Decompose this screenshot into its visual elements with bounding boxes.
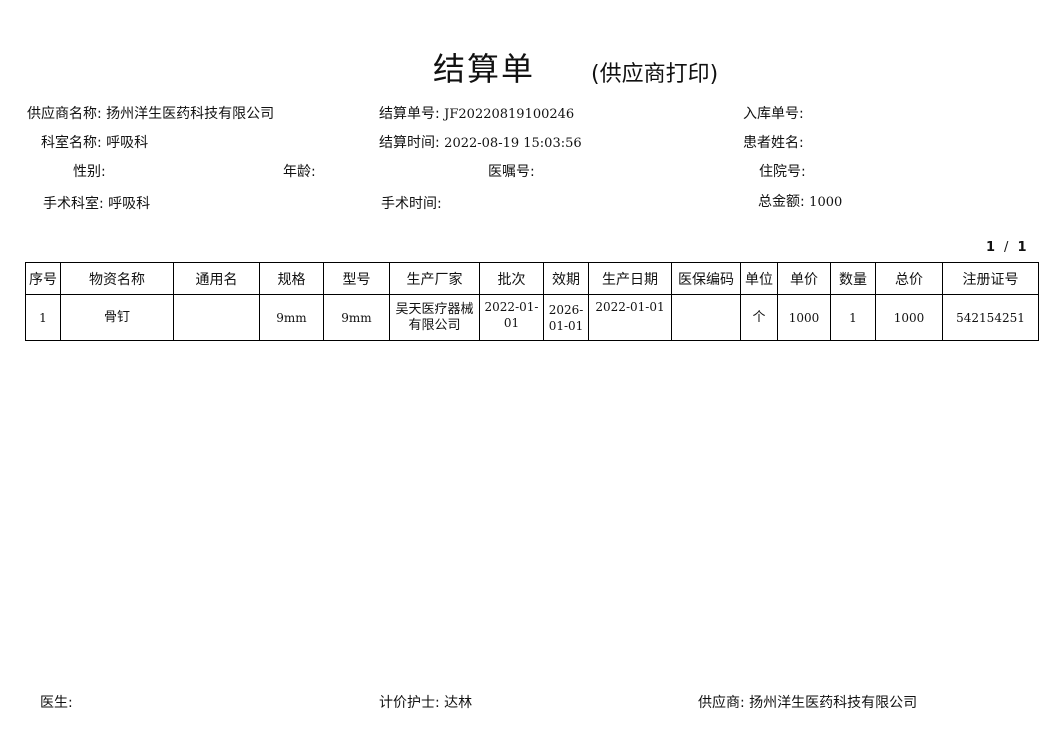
age-label: 年龄: (283, 164, 316, 180)
cell-quantity: 1 (830, 294, 876, 341)
supplier-signature-field: 供应商: 扬州洋生医药科技有限公司 (698, 692, 917, 712)
total-amount-value: 1000 (809, 195, 843, 210)
age-field: 年龄: (283, 163, 316, 182)
surgery-dept-value: 呼吸科 (108, 196, 151, 212)
patient-field: 患者姓名: (743, 134, 804, 153)
table-header-row: 序号 物资名称 通用名 规格 型号 生产厂家 批次 效期 生产日期 医保编码 单… (25, 262, 1039, 295)
column-header-item-name: 物资名称 (60, 262, 174, 295)
column-header-insurance-code: 医保编码 (671, 262, 741, 295)
cell-model: 9mm (323, 294, 390, 341)
nurse-label: 计价护士: (379, 695, 440, 711)
column-header-total-price: 总价 (875, 262, 943, 295)
total-amount-field: 总金额: 1000 (758, 193, 842, 212)
department-label: 科室名称: (41, 135, 102, 151)
surgery-dept-field: 手术科室: 呼吸科 (43, 195, 150, 213)
cell-index: 1 (25, 294, 61, 341)
order-no-field: 医嘱号: (488, 163, 535, 182)
settlement-no-label: 结算单号: (379, 106, 440, 122)
footer-supplier-value: 扬州洋生医药科技有限公司 (749, 695, 918, 711)
supplier-value: 扬州洋生医药科技有限公司 (106, 106, 275, 122)
table-row: 1 骨钉 9mm 9mm 吴天医疗器械有限公司 2022-01-01 2026-… (25, 294, 1039, 341)
document-subtitle: (供应商打印) (591, 62, 719, 87)
admission-no-label: 住院号: (759, 164, 806, 180)
supplier-field: 供应商名称: 扬州洋生医药科技有限公司 (27, 105, 274, 123)
settlement-time-field: 结算时间: 2022-08-19 15:03:56 (379, 134, 582, 153)
cell-item-name: 骨钉 (60, 294, 174, 341)
column-header-model: 型号 (323, 262, 390, 295)
department-field: 科室名称: 呼吸科 (41, 134, 148, 152)
page-separator: / (1004, 240, 1009, 255)
cell-total-price: 1000 (875, 294, 943, 341)
surgery-dept-label: 手术科室: (43, 196, 104, 212)
surgery-time-field: 手术时间: (381, 195, 442, 214)
settlement-time-label: 结算时间: (379, 135, 440, 151)
page-total: 1 (1017, 240, 1027, 255)
patient-label: 患者姓名: (743, 135, 804, 151)
column-header-batch: 批次 (479, 262, 544, 295)
cell-insurance-code (671, 294, 741, 341)
cell-production-date: 2022-01-01 (588, 294, 672, 341)
surgery-time-label: 手术时间: (381, 196, 442, 212)
gender-label: 性别: (73, 164, 106, 180)
column-header-expiry: 效期 (543, 262, 589, 295)
cell-unit-price: 1000 (777, 294, 831, 341)
nurse-value: 达林 (444, 695, 473, 711)
column-header-registration-no: 注册证号 (942, 262, 1039, 295)
cell-batch: 2022-01-01 (479, 294, 544, 341)
column-header-index: 序号 (25, 262, 61, 295)
column-header-production-date: 生产日期 (588, 262, 672, 295)
page-current: 1 (986, 240, 996, 255)
inbound-no-field: 入库单号: (743, 105, 804, 124)
inbound-no-label: 入库单号: (743, 106, 804, 122)
cell-expiry: 2026-01-01 (543, 294, 589, 341)
column-header-spec: 规格 (259, 262, 324, 295)
order-no-label: 医嘱号: (488, 164, 535, 180)
settlement-document: 结算单 (供应商打印) 供应商名称: 扬州洋生医药科技有限公司 结算单号: JF… (0, 0, 1063, 730)
doctor-signature-field: 医生: (40, 692, 73, 712)
column-header-generic-name: 通用名 (173, 262, 260, 295)
cell-manufacturer: 吴天医疗器械有限公司 (389, 294, 480, 341)
column-header-quantity: 数量 (830, 262, 876, 295)
cell-generic-name (173, 294, 260, 341)
supplier-label: 供应商名称: (27, 106, 102, 122)
nurse-signature-field: 计价护士: 达林 (379, 692, 472, 712)
doctor-label: 医生: (40, 695, 73, 711)
settlement-no-field: 结算单号: JF20220819100246 (379, 105, 574, 124)
total-amount-label: 总金额: (758, 194, 805, 210)
settlement-no-value: JF20220819100246 (444, 107, 575, 122)
admission-no-field: 住院号: (759, 163, 806, 182)
cell-unit: 个 (740, 294, 778, 341)
document-title: 结算单 (433, 50, 536, 88)
cell-spec: 9mm (259, 294, 324, 341)
column-header-unit: 单位 (740, 262, 778, 295)
items-table: 序号 物资名称 通用名 规格 型号 生产厂家 批次 效期 生产日期 医保编码 单… (25, 262, 1039, 341)
column-header-manufacturer: 生产厂家 (389, 262, 480, 295)
gender-field: 性别: (73, 163, 106, 182)
department-value: 呼吸科 (106, 135, 149, 151)
column-header-unit-price: 单价 (777, 262, 831, 295)
cell-registration-no: 542154251 (942, 294, 1039, 341)
footer-supplier-label: 供应商: (698, 695, 745, 711)
page-indicator: 1 / 1 (986, 240, 1026, 255)
settlement-time-value: 2022-08-19 15:03:56 (444, 136, 582, 151)
